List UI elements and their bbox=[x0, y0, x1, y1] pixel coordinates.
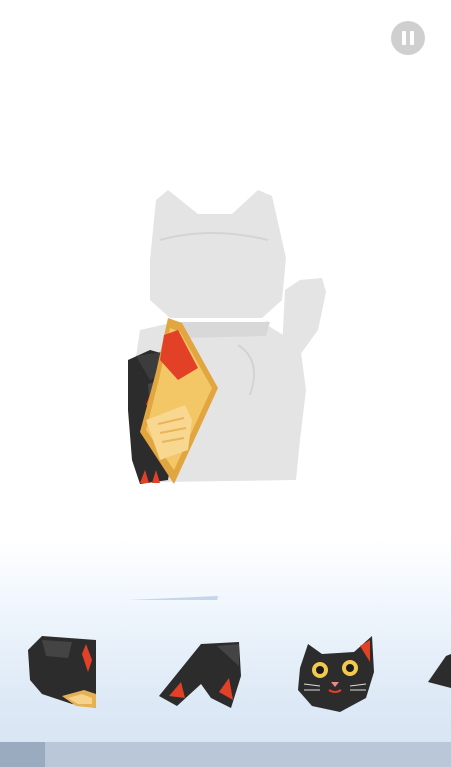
floor-shadow bbox=[128, 596, 218, 600]
tray-piece-head[interactable] bbox=[294, 632, 378, 716]
level-progress-bar bbox=[0, 742, 451, 767]
piece-tray bbox=[0, 612, 451, 738]
game-stage bbox=[0, 0, 451, 767]
tray-piece-body[interactable] bbox=[22, 632, 98, 712]
pause-icon bbox=[402, 31, 406, 45]
tray-piece-ears[interactable] bbox=[155, 638, 245, 710]
pause-icon-bar bbox=[410, 31, 414, 45]
tray-piece-partial[interactable] bbox=[428, 652, 451, 692]
ghost-collar bbox=[180, 322, 270, 338]
puzzle-scene bbox=[128, 190, 326, 600]
pause-button[interactable] bbox=[391, 21, 425, 55]
level-progress-fill bbox=[0, 742, 46, 767]
